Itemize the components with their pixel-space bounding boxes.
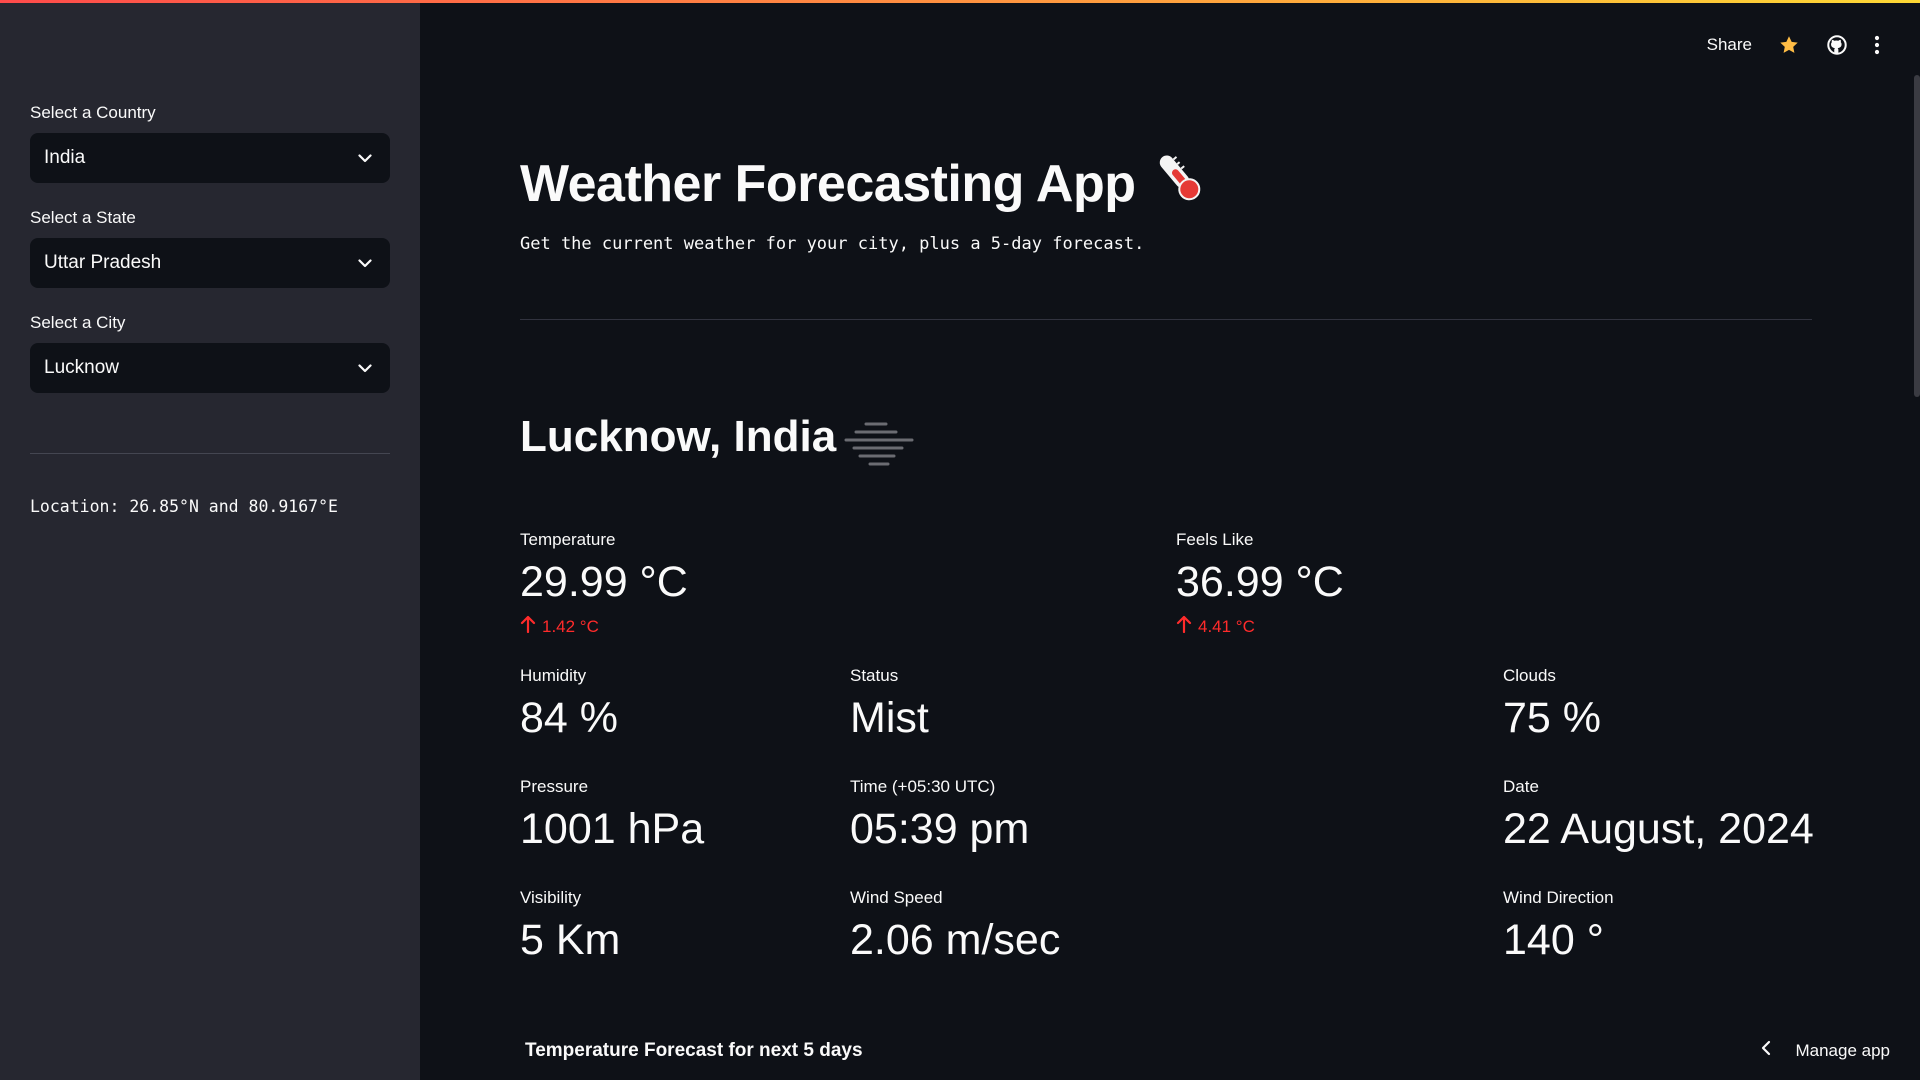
page-title-text: Weather Forecasting App: [520, 154, 1136, 213]
metric-label: Status: [850, 666, 899, 685]
metric-temperature: Temperature 29.99 °C 1.42 °C: [520, 530, 688, 638]
metric-value: Mist: [850, 694, 929, 742]
metric-label: Feels Like: [1176, 530, 1254, 549]
more-vert-icon[interactable]: [1874, 35, 1880, 55]
metric-label: Humidity: [520, 666, 587, 685]
city-heading: Lucknow, India: [520, 412, 837, 461]
thermometer-icon: [1150, 148, 1208, 219]
chevron-down-icon: [358, 153, 372, 163]
page-title: Weather Forecasting App: [520, 148, 1208, 219]
country-select[interactable]: India: [30, 133, 390, 183]
share-button[interactable]: Share: [1707, 35, 1752, 55]
metric-status: Status Mist: [850, 666, 929, 741]
metric-delta: 4.41 °C: [1176, 615, 1344, 638]
metric-visibility: Visibility 5 Km: [520, 888, 620, 963]
metric-pressure: Pressure 1001 hPa: [520, 777, 704, 852]
arrow-up-icon: [1176, 615, 1192, 638]
metric-value: 75 %: [1503, 694, 1602, 742]
header-toolbar: Share: [1707, 30, 1880, 60]
top-decoration-bar: [0, 0, 1920, 3]
star-icon[interactable]: [1778, 34, 1800, 56]
location-text: Location: 26.85°N and 80.9167°E: [30, 497, 338, 516]
metric-value: 36.99 °C: [1176, 558, 1344, 606]
main-divider: [520, 319, 1812, 320]
metric-value: 05:39 pm: [850, 805, 1030, 853]
metric-wind-speed: Wind Speed 2.06 m/sec: [850, 888, 1060, 963]
metric-value: 29.99 °C: [520, 558, 688, 606]
metric-value: 84 %: [520, 694, 619, 742]
metric-time: Time (+05:30 UTC) 05:39 pm: [850, 777, 1029, 852]
city-select-label: Select a City: [30, 313, 126, 332]
sidebar-divider: [30, 453, 390, 454]
metric-label: Visibility: [520, 888, 582, 907]
arrow-up-icon: [520, 615, 536, 638]
metric-value: 1001 hPa: [520, 805, 705, 853]
sidebar: Select a Country India Select a State Ut…: [0, 0, 420, 1080]
github-icon[interactable]: [1826, 34, 1848, 56]
scrollbar[interactable]: [1914, 75, 1920, 397]
chevron-down-icon: [358, 363, 372, 373]
metric-value: 2.06 m/sec: [850, 916, 1061, 964]
mist-icon: [844, 419, 914, 472]
metric-clouds: Clouds 75 %: [1503, 666, 1601, 741]
metric-wind-direction: Wind Direction 140 °: [1503, 888, 1614, 963]
metric-label: Time (+05:30 UTC): [850, 777, 996, 796]
metric-label: Date: [1503, 777, 1539, 796]
metric-label: Clouds: [1503, 666, 1556, 685]
manage-app-button[interactable]: Manage app: [1761, 1040, 1890, 1061]
chevron-left-icon: [1761, 1040, 1771, 1061]
metric-delta-value: 1.42 °C: [542, 616, 599, 636]
state-select-value: Uttar Pradesh: [44, 252, 162, 273]
metric-feels-like: Feels Like 36.99 °C 4.41 °C: [1176, 530, 1344, 638]
city-select-value: Lucknow: [44, 357, 119, 378]
metric-humidity: Humidity 84 %: [520, 666, 618, 741]
manage-app-label: Manage app: [1795, 1040, 1890, 1060]
metric-delta-value: 4.41 °C: [1198, 616, 1255, 636]
state-select[interactable]: Uttar Pradesh: [30, 238, 390, 288]
country-select-label: Select a Country: [30, 103, 156, 122]
forecast-heading: Temperature Forecast for next 5 days: [525, 1040, 863, 1061]
country-select-value: India: [44, 147, 86, 168]
chevron-down-icon: [358, 258, 372, 268]
metric-value: 140 °: [1503, 916, 1604, 964]
metric-delta: 1.42 °C: [520, 615, 688, 638]
metric-label: Wind Direction: [1503, 888, 1614, 907]
metric-label: Wind Speed: [850, 888, 943, 907]
city-select[interactable]: Lucknow: [30, 343, 390, 393]
metric-date: Date 22 August, 2024: [1503, 777, 1814, 852]
state-select-label: Select a State: [30, 208, 136, 227]
metric-label: Temperature: [520, 530, 616, 549]
metric-value: 5 Km: [520, 916, 621, 964]
metric-value: 22 August, 2024: [1503, 805, 1814, 853]
metric-label: Pressure: [520, 777, 589, 796]
page-subtitle: Get the current weather for your city, p…: [520, 234, 1145, 254]
